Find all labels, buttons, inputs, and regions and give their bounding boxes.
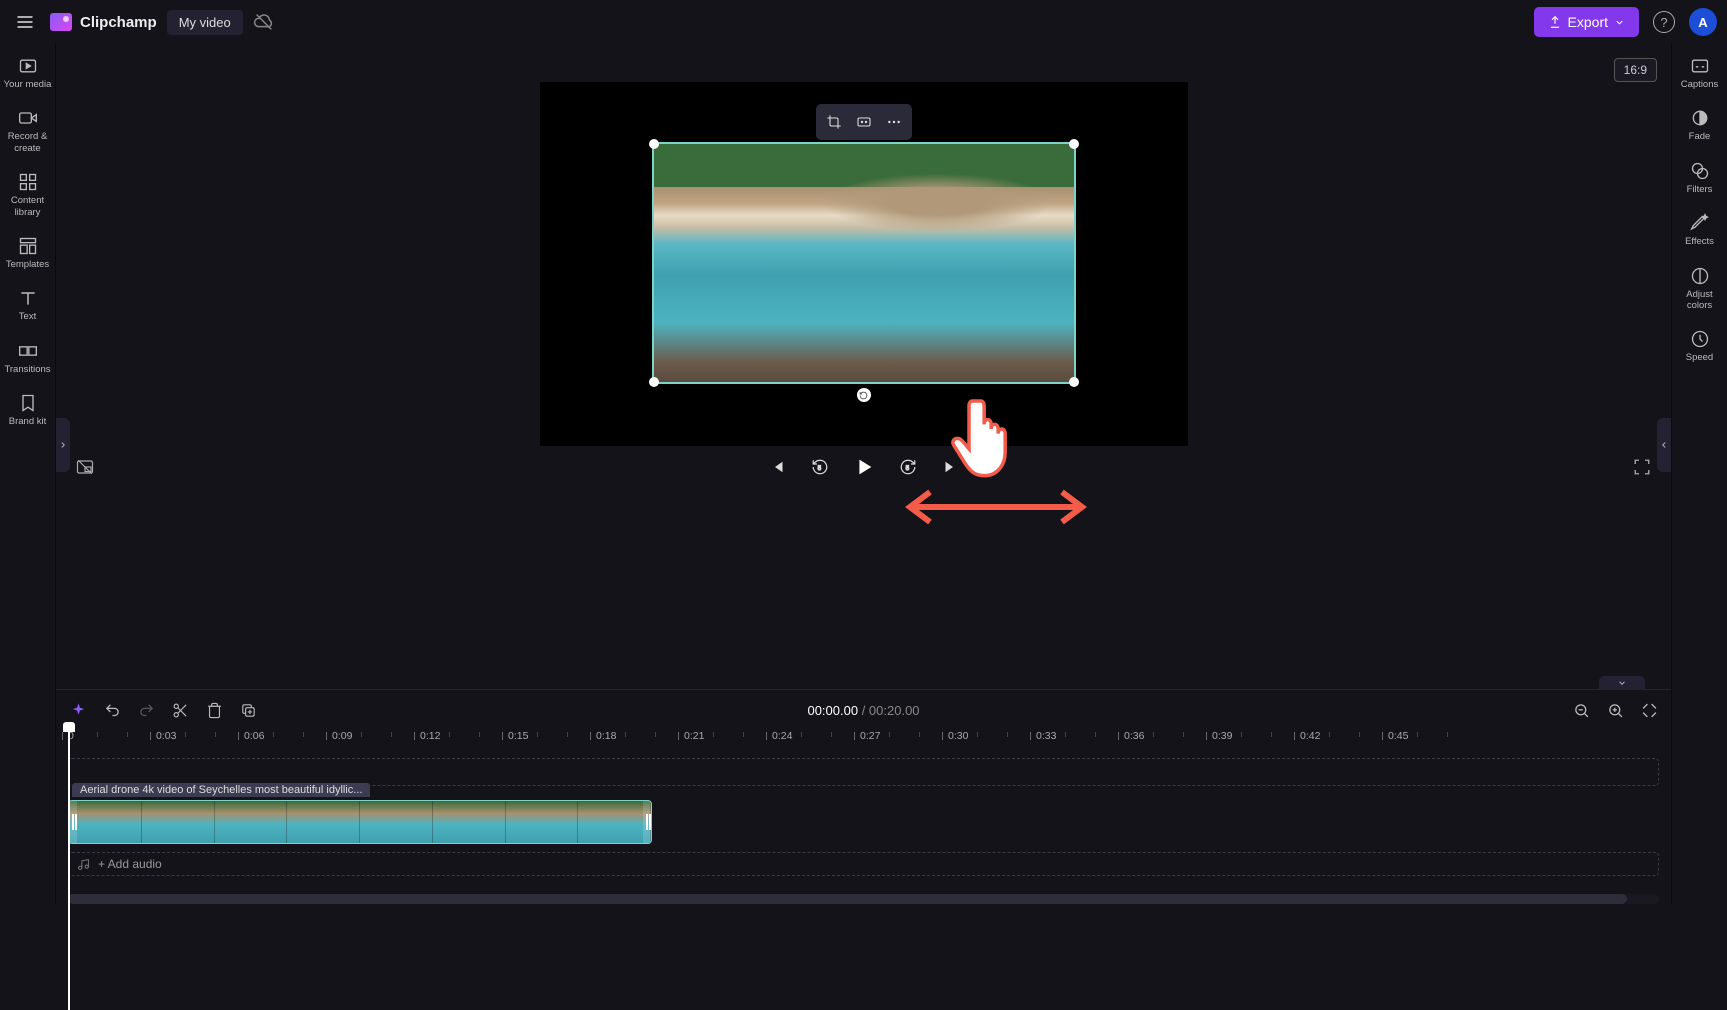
video-track[interactable]: Aerial drone 4k video of Seychelles most… [68,800,1659,844]
preview-area: 16:9 [56,44,1671,689]
svg-text:5: 5 [905,466,909,472]
timeline-scrollbar[interactable] [68,894,1659,904]
user-avatar[interactable]: A [1689,8,1717,36]
sidebar-item-transitions[interactable]: Transitions [4,335,52,381]
top-bar: Clipchamp My video Export ? A [0,0,1727,44]
ai-tool-button[interactable] [68,700,88,720]
resize-handle-bottom-left[interactable] [649,377,659,387]
timeline-toolbar: 00:00.00 / 00:20.00 [56,690,1671,730]
app-logo[interactable]: Clipchamp [50,13,157,31]
ruler-tick: 0:42 [1300,730,1320,742]
ruler-tick: 0:30 [948,730,968,742]
sidebar-item-effects[interactable]: Effects [1674,207,1726,253]
collapse-timeline-button[interactable] [1599,676,1645,690]
ruler-tick: 0:27 [860,730,880,742]
playback-bar: 5 5 [56,446,1671,492]
rotate-handle[interactable] [857,388,871,402]
empty-track[interactable] [68,758,1659,786]
export-button[interactable]: Export [1534,7,1639,37]
left-sidebar: Your media Record & create Content libra… [0,44,56,904]
timeline-timecode: 00:00.00 / 00:20.00 [807,703,919,718]
help-button[interactable]: ? [1653,11,1675,33]
clip-preview-image [654,144,1074,382]
sidebar-item-adjust-colors[interactable]: Adjust colors [1674,260,1726,318]
ruler-tick: 0:39 [1212,730,1232,742]
sidebar-item-brand-kit[interactable]: Brand kit [4,387,52,433]
clip-trim-right-handle[interactable] [643,801,651,843]
timeline-tracks: Aerial drone 4k video of Seychelles most… [68,758,1659,876]
duplicate-button[interactable] [238,700,258,720]
clip-title-label: Aerial drone 4k video of Seychelles most… [72,783,370,797]
project-title[interactable]: My video [167,10,243,35]
zoom-out-button[interactable] [1571,700,1591,720]
zoom-in-button[interactable] [1605,700,1625,720]
sidebar-item-templates[interactable]: Templates [4,230,52,276]
split-button[interactable] [170,700,190,720]
app-name: Clipchamp [80,14,157,31]
ruler-tick: 0:21 [684,730,704,742]
expand-right-panel-button[interactable] [1657,418,1671,472]
redo-button[interactable] [136,700,156,720]
playhead[interactable] [68,730,70,1010]
sidebar-item-captions[interactable]: Captions [1674,50,1726,96]
ruler-tick: 0:18 [596,730,616,742]
clip-floating-toolbar [816,104,912,140]
rewind-button[interactable]: 5 [811,458,829,476]
resize-handle-top-right[interactable] [1069,139,1079,149]
zoom-fit-button[interactable] [1639,700,1659,720]
ruler-tick: 0:24 [772,730,792,742]
more-options-button[interactable] [880,108,908,136]
crop-button[interactable] [820,108,848,136]
ruler-tick: 0:09 [332,730,352,742]
ruler-tick: 0:36 [1124,730,1144,742]
resize-handle-top-left[interactable] [649,139,659,149]
skip-start-button[interactable] [769,458,787,476]
ruler-tick: 0:45 [1388,730,1408,742]
forward-button[interactable]: 5 [899,458,917,476]
export-label: Export [1568,14,1608,30]
ruler-tick: 0:03 [156,730,176,742]
fullscreen-button[interactable] [1633,458,1651,476]
fit-button[interactable] [850,108,878,136]
video-canvas[interactable] [540,82,1188,446]
sidebar-item-filters[interactable]: Filters [1674,155,1726,201]
ruler-tick: 0:33 [1036,730,1056,742]
right-sidebar: Captions Fade Filters Effects Adjust col… [1671,44,1727,904]
sidebar-item-text[interactable]: Text [4,282,52,328]
skip-end-button[interactable] [941,458,959,476]
ruler-tick: 0:15 [508,730,528,742]
menu-button[interactable] [10,7,40,37]
aspect-ratio-button[interactable]: 16:9 [1614,58,1657,82]
delete-button[interactable] [204,700,224,720]
logo-icon [50,13,72,31]
sidebar-item-your-media[interactable]: Your media [4,50,52,96]
video-clip[interactable] [68,800,652,844]
sidebar-item-speed[interactable]: Speed [1674,323,1726,369]
scrollbar-thumb[interactable] [68,894,1627,904]
ruler-tick: 0:12 [420,730,440,742]
sidebar-item-fade[interactable]: Fade [1674,102,1726,148]
clip-trim-left-handle[interactable] [69,801,77,843]
svg-text:5: 5 [817,466,821,472]
sidebar-item-record-create[interactable]: Record & create [4,102,52,160]
resize-handle-bottom-right[interactable] [1069,377,1079,387]
timeline-panel: 00:00.00 / 00:20.00 00:030:060:090:120:1… [56,689,1671,904]
undo-button[interactable] [102,700,122,720]
add-audio-track[interactable]: + Add audio [68,852,1659,876]
picture-in-picture-button[interactable] [76,458,94,476]
selected-clip-frame[interactable] [652,142,1076,384]
ruler-tick: 0:06 [244,730,264,742]
cloud-sync-off-icon[interactable] [253,11,275,33]
timeline-ruler[interactable]: 00:030:060:090:120:150:180:210:240:270:3… [68,730,1659,752]
sidebar-item-content-library[interactable]: Content library [4,166,52,224]
